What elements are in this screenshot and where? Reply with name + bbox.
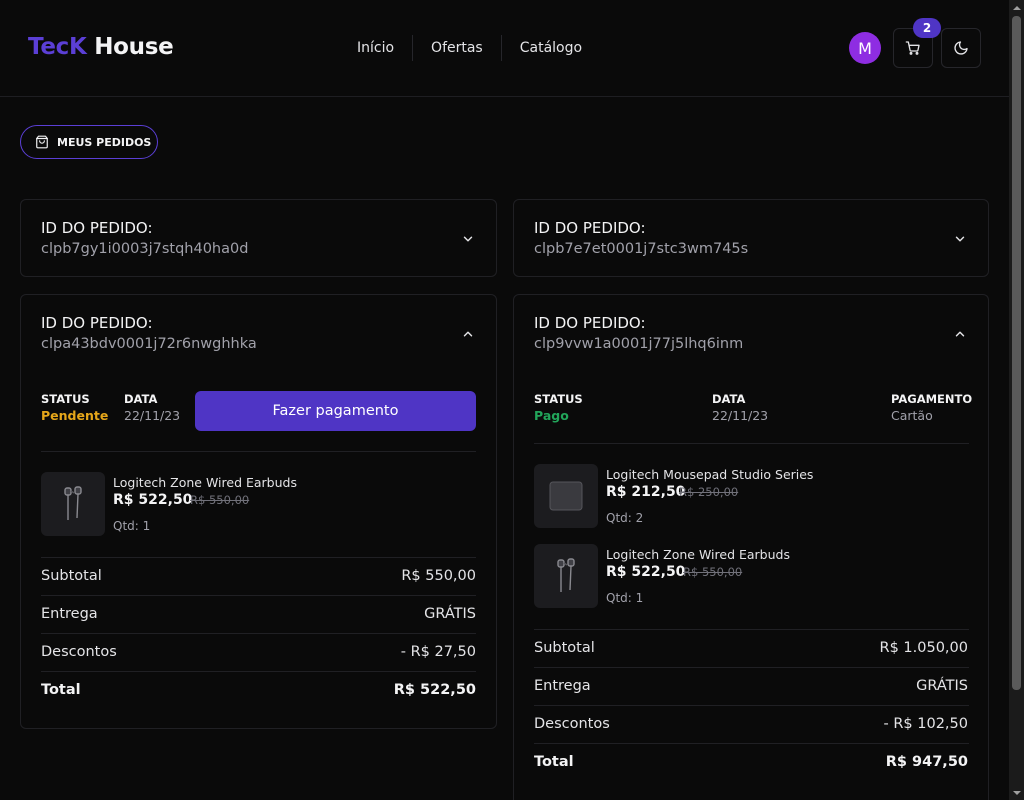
order-id-label: ID DO PEDIDO: (41, 314, 153, 332)
total-label: Total (41, 682, 81, 698)
order-card-expanded: ID DO PEDIDO: clp9vvw1a0001j77j5lhq6inm … (513, 294, 989, 800)
date-label: DATA (712, 392, 746, 406)
date-label: DATA (124, 392, 158, 406)
order-card-collapsed[interactable]: ID DO PEDIDO: clpb7gy1i0003j7stqh40ha0d (20, 199, 497, 277)
total-label: Total (534, 754, 574, 770)
nav-ofertas[interactable]: Ofertas (413, 30, 501, 66)
divider (534, 667, 969, 668)
status-value: Pago (534, 408, 569, 423)
cart-icon (905, 41, 920, 55)
divider (534, 629, 969, 630)
product-name: Logitech Mousepad Studio Series (606, 467, 814, 482)
total-value: R$ 947,50 (885, 754, 968, 770)
discounts-value: - R$ 27,50 (400, 644, 476, 660)
product-price: R$ 522,50 (113, 492, 193, 508)
product-old-price: R$ 250,00 (679, 485, 739, 499)
mousepad-icon (549, 481, 583, 511)
chevron-up-icon[interactable] (461, 327, 475, 341)
nav-catalogo[interactable]: Catálogo (502, 30, 600, 66)
product-old-price: R$ 550,00 (683, 565, 743, 579)
shopping-bag-icon (36, 135, 48, 149)
product-image (534, 464, 598, 528)
order-id-value: clpb7e7et0001j7stc3wm745s (534, 241, 749, 257)
avatar[interactable]: M (849, 32, 881, 64)
divider (41, 595, 476, 596)
order-id-value: clp9vvw1a0001j77j5lhq6inm (534, 336, 744, 352)
earbuds-icon (557, 558, 575, 592)
order-id-label: ID DO PEDIDO: (534, 314, 646, 332)
date-value: 22/11/23 (124, 408, 181, 423)
discounts-label: Descontos (534, 716, 610, 732)
discounts-label: Descontos (41, 644, 117, 660)
product-name: Logitech Zone Wired Earbuds (606, 547, 790, 562)
product-image (41, 472, 105, 536)
payment-label: PAGAMENTO (891, 392, 973, 406)
divider (41, 451, 476, 452)
subtotal-value: R$ 550,00 (401, 568, 476, 584)
delivery-value: GRÁTIS (424, 606, 476, 622)
earbuds-icon (64, 486, 82, 520)
subtotal-value: R$ 1.050,00 (879, 640, 968, 656)
logo[interactable]: TecK House (28, 34, 174, 60)
scrollbar-thumb[interactable] (1012, 16, 1021, 690)
main-nav: Início Ofertas Catálogo (339, 30, 600, 66)
logo-house: House (94, 34, 174, 60)
delivery-label: Entrega (534, 678, 591, 694)
chevron-up-icon[interactable] (953, 327, 967, 341)
total-value: R$ 522,50 (393, 682, 476, 698)
date-value: 22/11/23 (712, 408, 769, 423)
product-quantity: Qtd: 2 (606, 511, 644, 525)
product-quantity: Qtd: 1 (113, 519, 151, 533)
product-price: R$ 522,50 (606, 564, 686, 580)
status-label: STATUS (41, 392, 90, 406)
product-name: Logitech Zone Wired Earbuds (113, 475, 297, 490)
product-old-price: R$ 550,00 (190, 493, 250, 507)
order-card-expanded: ID DO PEDIDO: clpa43bdv0001j72r6nwghhka … (20, 294, 497, 729)
scroll-down-arrow-icon[interactable] (1009, 785, 1024, 800)
header: TecK House Início Ofertas Catálogo M 2 (0, 0, 1009, 97)
product-quantity: Qtd: 1 (606, 591, 644, 605)
product-image (534, 544, 598, 608)
payment-value: Cartão (891, 408, 933, 423)
divider (534, 743, 969, 744)
nav-inicio[interactable]: Início (339, 30, 412, 66)
status-value: Pendente (41, 408, 109, 423)
moon-icon (954, 41, 968, 55)
my-orders-badge: MEUS PEDIDOS (20, 125, 158, 159)
delivery-value: GRÁTIS (916, 678, 968, 694)
pay-button[interactable]: Fazer pagamento (195, 391, 476, 431)
cart-count-badge: 2 (913, 18, 941, 38)
delivery-label: Entrega (41, 606, 98, 622)
order-card-collapsed[interactable]: ID DO PEDIDO: clpb7e7et0001j7stc3wm745s (513, 199, 989, 277)
chevron-down-icon[interactable] (953, 232, 967, 246)
product-price: R$ 212,50 (606, 484, 686, 500)
theme-toggle-button[interactable] (941, 28, 981, 68)
divider (41, 633, 476, 634)
scrollbar[interactable] (1009, 0, 1024, 800)
logo-brand: TecK (28, 34, 87, 60)
scroll-up-arrow-icon[interactable] (1009, 0, 1024, 15)
subtotal-label: Subtotal (534, 640, 595, 656)
discounts-value: - R$ 102,50 (883, 716, 969, 732)
subtotal-label: Subtotal (41, 568, 102, 584)
divider (41, 671, 476, 672)
order-id-value: clpb7gy1i0003j7stqh40ha0d (41, 241, 249, 257)
divider (534, 705, 969, 706)
order-id-label: ID DO PEDIDO: (534, 219, 646, 237)
chevron-down-icon[interactable] (461, 232, 475, 246)
divider (41, 557, 476, 558)
divider (534, 443, 969, 444)
order-id-label: ID DO PEDIDO: (41, 219, 153, 237)
my-orders-label: MEUS PEDIDOS (57, 135, 152, 149)
order-id-value: clpa43bdv0001j72r6nwghhka (41, 336, 257, 352)
status-label: STATUS (534, 392, 583, 406)
